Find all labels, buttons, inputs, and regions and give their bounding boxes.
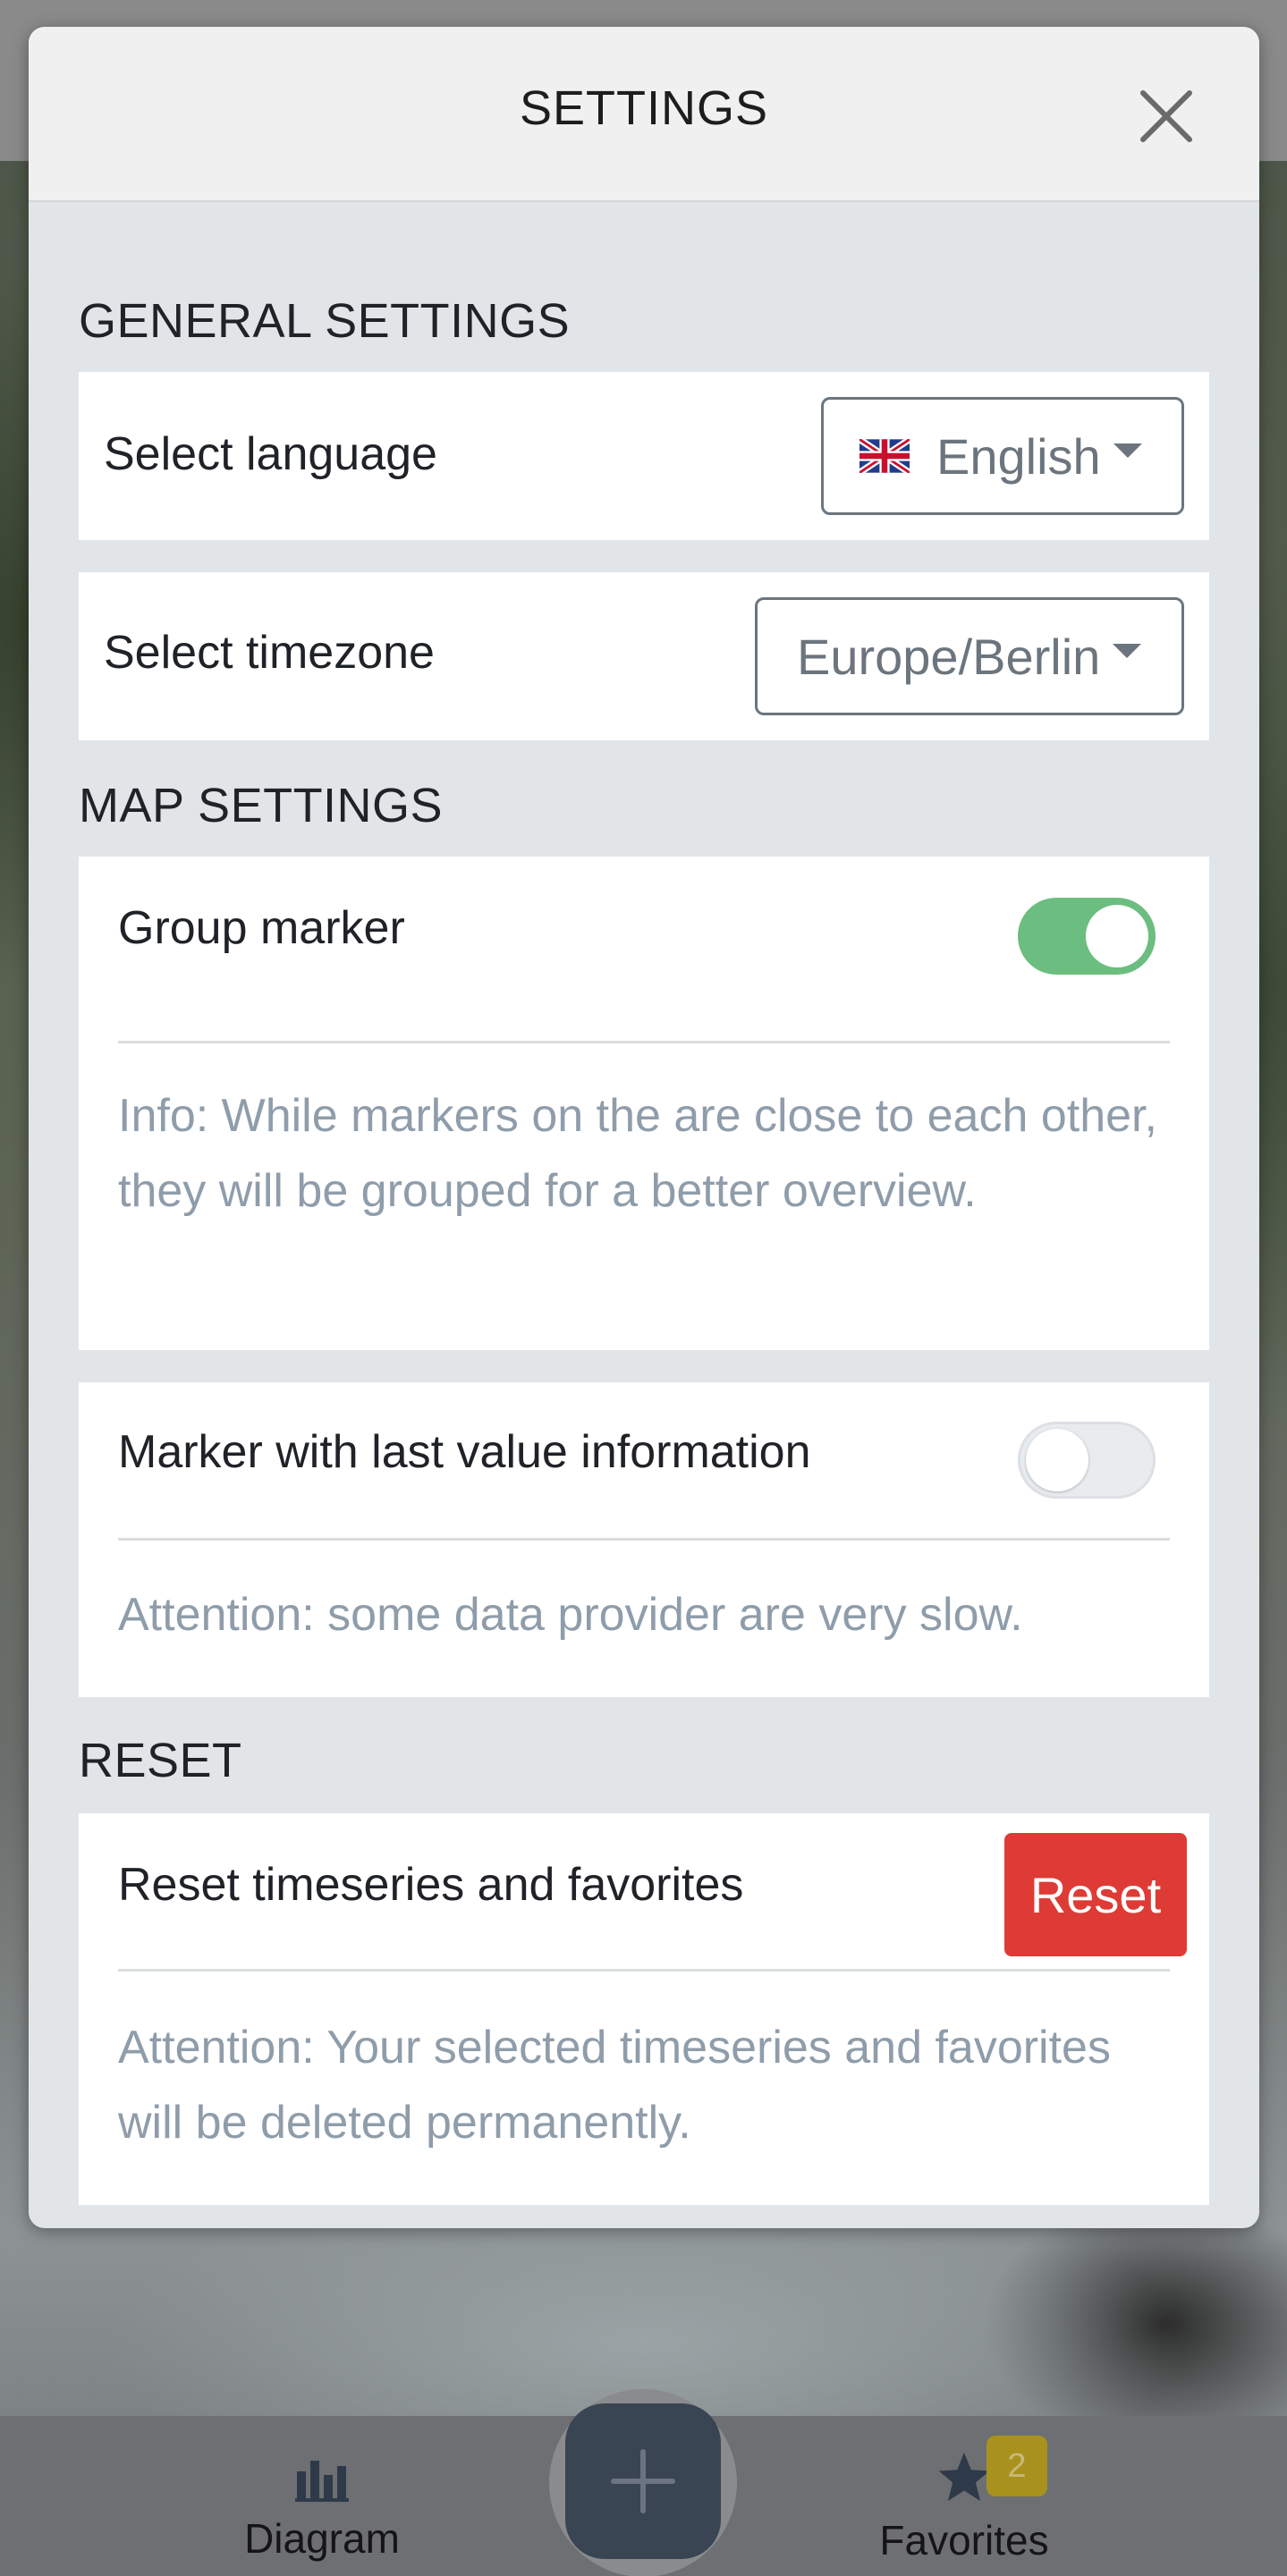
reset-card: Reset timeseries and favorites Reset Att… [79,1813,1209,2205]
language-label: Select language [104,428,437,480]
group-marker-card: Group marker Info: While markers on the … [79,857,1209,1350]
bar-chart-icon [295,2461,349,2502]
general-settings-title: GENERAL SETTINGS [79,294,571,348]
nav-label-favorites: Favorites [879,2517,1049,2563]
timezone-select[interactable]: Europe/Berlin [755,597,1184,715]
toggle-knob [1086,905,1148,967]
close-button[interactable] [1138,88,1195,145]
group-marker-label: Group marker [118,902,405,954]
divider [118,1969,1170,1972]
reset-section-title: RESET [79,1734,242,1787]
group-marker-toggle[interactable] [1018,898,1156,975]
last-value-label: Marker with last value information [118,1426,811,1478]
last-value-toggle[interactable] [1018,1422,1156,1499]
modal-header: SETTINGS [29,27,1259,202]
nav-item-diagram[interactable]: Diagram [215,2416,429,2576]
settings-modal: SETTINGS GENERAL SETTINGS Select languag… [29,27,1259,2228]
language-card: Select language English [79,372,1209,540]
chevron-down-icon [1113,443,1142,458]
modal-title: SETTINGS [519,81,769,135]
toggle-knob [1026,1429,1088,1491]
last-value-card: Marker with last value information Atten… [79,1382,1209,1697]
group-marker-info: Info: While markers on the are close to … [118,1090,1157,1217]
star-icon [938,2452,990,2502]
language-value: English [936,427,1101,485]
add-button[interactable] [565,2403,721,2559]
timezone-card: Select timezone Europe/Berlin [79,572,1209,740]
language-select[interactable]: English [821,397,1184,515]
uk-flag-icon [859,439,910,473]
map-settings-title: MAP SETTINGS [79,779,444,832]
reset-label: Reset timeseries and favorites [118,1859,744,1911]
plus-icon [611,2449,675,2513]
nav-label-diagram: Diagram [244,2515,400,2562]
divider [118,1041,1170,1043]
divider [118,1538,1170,1541]
close-icon [1140,90,1192,142]
last-value-info: Attention: some data provider are very s… [118,1589,1023,1641]
timezone-label: Select timezone [104,627,435,679]
favorites-count-badge: 2 [986,2436,1047,2496]
timezone-value: Europe/Berlin [797,628,1101,685]
chevron-down-icon [1113,644,1142,658]
reset-info: Attention: Your selected timeseries and … [118,2022,1111,2149]
reset-button[interactable]: Reset [1004,1833,1187,1956]
